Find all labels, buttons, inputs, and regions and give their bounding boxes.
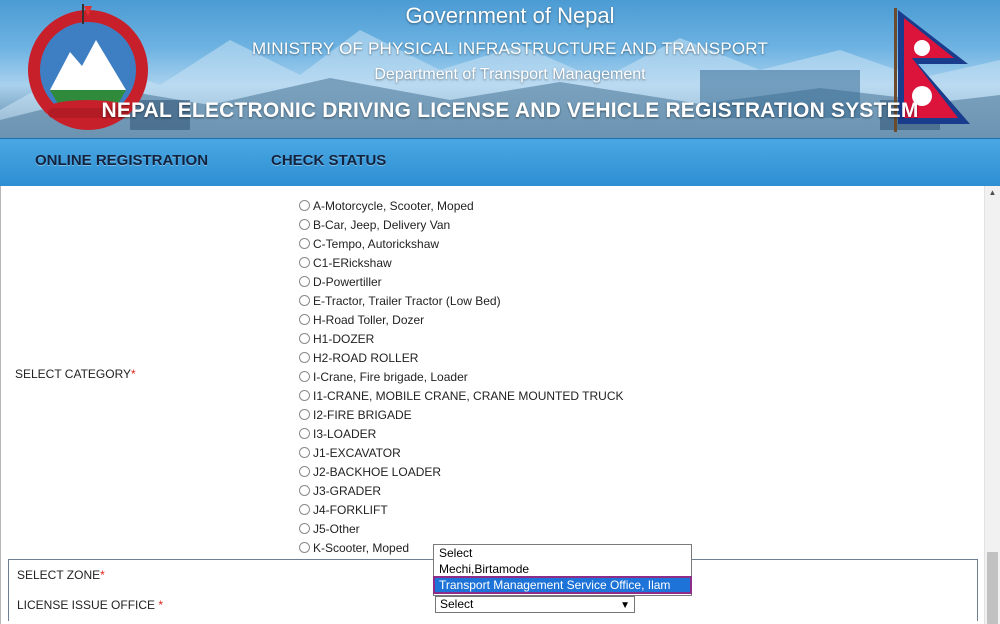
category-option[interactable]: B-Car, Jeep, Delivery Van	[299, 215, 623, 234]
category-option-label: I2-FIRE BRIGADE	[313, 407, 412, 422]
government-title: Government of Nepal	[405, 3, 615, 28]
radio-button[interactable]	[299, 409, 310, 420]
category-option-label: I1-CRANE, MOBILE CRANE, CRANE MOUNTED TR…	[313, 388, 624, 403]
category-option-label: E-Tractor, Trailer Tractor (Low Bed)	[313, 293, 501, 308]
category-option[interactable]: J5-Other	[299, 519, 623, 538]
header-banner: Government of Nepal MINISTRY OF PHYSICAL…	[0, 0, 1000, 138]
category-option[interactable]: J1-EXCAVATOR	[299, 443, 623, 462]
radio-button[interactable]	[299, 333, 310, 344]
category-option[interactable]: I-Crane, Fire brigade, Loader	[299, 367, 623, 386]
category-option[interactable]: C1-ERickshaw	[299, 253, 623, 272]
category-option-label: I3-LOADER	[313, 426, 377, 441]
category-label: SELECT CATEGORY*	[15, 367, 136, 381]
radio-button[interactable]	[299, 485, 310, 496]
category-option[interactable]: J4-FORKLIFT	[299, 500, 623, 519]
category-option-label: C1-ERickshaw	[313, 255, 392, 270]
category-option[interactable]: C-Tempo, Autorickshaw	[299, 234, 623, 253]
zone-dropdown-list[interactable]: Select Mechi,Birtamode Transport Managem…	[433, 544, 692, 596]
radio-button[interactable]	[299, 238, 310, 249]
category-option[interactable]: E-Tractor, Trailer Tractor (Low Bed)	[299, 291, 623, 310]
zone-label: SELECT ZONE*	[17, 568, 105, 582]
category-option-label: C-Tempo, Autorickshaw	[313, 236, 440, 251]
category-option-label: J4-FORKLIFT	[313, 502, 388, 517]
chevron-down-icon: ▼	[620, 600, 630, 611]
radio-button[interactable]	[299, 257, 310, 268]
zone-option[interactable]: Select	[434, 545, 691, 561]
radio-button[interactable]	[299, 352, 310, 363]
radio-button[interactable]	[299, 219, 310, 230]
radio-button[interactable]	[299, 447, 310, 458]
office-label-text: LICENSE ISSUE OFFICE	[17, 598, 159, 612]
category-label-text: SELECT CATEGORY	[15, 367, 132, 381]
category-option[interactable]: J3-GRADER	[299, 481, 623, 500]
nav-online-registration[interactable]: ONLINE REGISTRATION	[35, 152, 208, 169]
radio-button[interactable]	[299, 295, 310, 306]
category-option-label: K-Scooter, Moped	[313, 540, 410, 555]
department-title: Department of Transport Management	[374, 66, 646, 83]
main-nav: ONLINE REGISTRATION CHECK STATUS	[0, 138, 1000, 187]
radio-button[interactable]	[299, 276, 310, 287]
radio-button[interactable]	[299, 542, 310, 553]
category-radio-list: A-Motorcycle, Scooter, Moped B-Car, Jeep…	[299, 196, 623, 557]
office-select-value: Select	[440, 597, 474, 611]
category-option[interactable]: H1-DOZER	[299, 329, 623, 348]
license-office-select[interactable]: Select ▼	[435, 596, 635, 613]
radio-button[interactable]	[299, 200, 310, 211]
radio-button[interactable]	[299, 428, 310, 439]
category-option[interactable]: H2-ROAD ROLLER	[299, 348, 623, 367]
category-option[interactable]: I1-CRANE, MOBILE CRANE, CRANE MOUNTED TR…	[299, 386, 623, 405]
system-title: NEPAL ELECTRONIC DRIVING LICENSE AND VEH…	[101, 99, 919, 122]
category-option-label: I-Crane, Fire brigade, Loader	[313, 369, 468, 384]
required-mark: *	[100, 568, 105, 582]
category-option[interactable]: D-Powertiller	[299, 272, 623, 291]
category-option-label: D-Powertiller	[313, 274, 382, 289]
radio-button[interactable]	[299, 523, 310, 534]
category-option-label: H1-DOZER	[313, 331, 375, 346]
category-option[interactable]: I2-FIRE BRIGADE	[299, 405, 623, 424]
category-option[interactable]: H-Road Toller, Dozer	[299, 310, 623, 329]
category-option-label: J5-Other	[313, 521, 360, 536]
radio-button[interactable]	[299, 371, 310, 382]
category-option-label: J3-GRADER	[313, 483, 382, 498]
category-option-label: H2-ROAD ROLLER	[313, 350, 419, 365]
nav-check-status[interactable]: CHECK STATUS	[271, 152, 386, 169]
scroll-thumb[interactable]	[987, 552, 998, 624]
radio-button[interactable]	[299, 390, 310, 401]
category-option-label: A-Motorcycle, Scooter, Moped	[313, 198, 474, 213]
zone-option-highlighted[interactable]: Transport Management Service Office, Ila…	[433, 576, 692, 594]
category-option[interactable]: J2-BACKHOE LOADER	[299, 462, 623, 481]
category-option-label: J2-BACKHOE LOADER	[313, 464, 442, 479]
category-option[interactable]: I3-LOADER	[299, 424, 623, 443]
radio-button[interactable]	[299, 504, 310, 515]
zone-option[interactable]: Mechi,Birtamode	[434, 561, 691, 577]
required-mark: *	[131, 367, 136, 381]
category-option-label: J1-EXCAVATOR	[313, 445, 401, 460]
office-label: LICENSE ISSUE OFFICE *	[17, 598, 163, 612]
category-option-label: B-Car, Jeep, Delivery Van	[313, 217, 451, 232]
radio-button[interactable]	[299, 466, 310, 477]
page-scrollbar[interactable]: ▲	[984, 186, 1000, 624]
category-option[interactable]: A-Motorcycle, Scooter, Moped	[299, 196, 623, 215]
ministry-title: MINISTRY OF PHYSICAL INFRASTRUCTURE AND …	[251, 39, 769, 58]
radio-button[interactable]	[299, 314, 310, 325]
category-option-label: H-Road Toller, Dozer	[313, 312, 425, 327]
zone-label-text: SELECT ZONE	[17, 568, 101, 582]
scroll-up-arrow-icon[interactable]: ▲	[985, 186, 1000, 200]
required-mark: *	[158, 598, 164, 612]
